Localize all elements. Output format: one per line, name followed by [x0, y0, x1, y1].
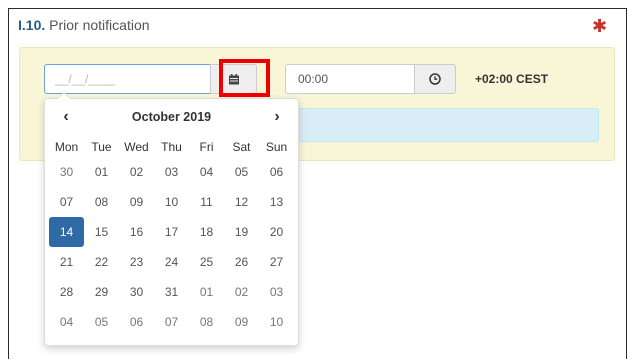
calendar-day[interactable]: 10 — [259, 307, 294, 337]
calendar-day[interactable]: 09 — [224, 307, 259, 337]
calendar-day[interactable]: 06 — [259, 157, 294, 187]
time-input[interactable] — [285, 64, 415, 94]
calendar-day[interactable]: 19 — [224, 217, 259, 247]
calendar-day[interactable]: 29 — [84, 277, 119, 307]
calendar-day[interactable]: 16 — [119, 217, 154, 247]
weekday-header: Mon — [54, 140, 79, 154]
calendar-day[interactable]: 02 — [224, 277, 259, 307]
calendar-day[interactable]: 28 — [49, 277, 84, 307]
weekday-header: Wed — [124, 140, 149, 154]
calendar-day[interactable]: 04 — [189, 157, 224, 187]
clock-icon — [429, 73, 441, 85]
required-asterisk-icon: ✱ — [592, 16, 608, 36]
calendar-day[interactable]: 23 — [119, 247, 154, 277]
calendar-day[interactable]: 18 — [189, 217, 224, 247]
calendar-day[interactable]: 07 — [49, 187, 84, 217]
calendar-day[interactable]: 22 — [84, 247, 119, 277]
calendar-day[interactable]: 09 — [119, 187, 154, 217]
calendar-grid: Mon Tue Wed Thu Fri Sat Sun 30 01 02 03 04 05 06 07 08 0… — [49, 137, 294, 337]
calendar-day[interactable]: 24 — [154, 247, 189, 277]
calendar-day[interactable]: 03 — [154, 157, 189, 187]
calendar-day[interactable]: 06 — [119, 307, 154, 337]
section-title: Prior notification — [49, 17, 150, 33]
calendar-day[interactable]: 03 — [259, 277, 294, 307]
datepicker-popup: ‹ October 2019 › Mon Tue Wed Thu Fri Sat Sun 30… — [44, 92, 299, 346]
calendar-day[interactable]: 21 — [49, 247, 84, 277]
calendar-day[interactable]: 02 — [119, 157, 154, 187]
section-heading: I.10. Prior notification — [18, 17, 150, 33]
calendar-day-selected[interactable]: 14 — [49, 217, 84, 247]
calendar-day[interactable]: 08 — [189, 307, 224, 337]
calendar-day[interactable]: 26 — [224, 247, 259, 277]
calendar-icon — [228, 73, 239, 84]
timezone-label: +02:00 CEST — [475, 72, 549, 86]
calendar-day[interactable]: 17 — [154, 217, 189, 247]
calendar-day[interactable]: 08 — [84, 187, 119, 217]
datepicker-header: ‹ October 2019 › — [49, 107, 294, 127]
calendar-day[interactable]: 05 — [224, 157, 259, 187]
calendar-day[interactable]: 07 — [154, 307, 189, 337]
calendar-day[interactable]: 15 — [84, 217, 119, 247]
weekday-header: Fri — [199, 140, 214, 154]
clock-button[interactable] — [414, 64, 456, 94]
weekday-header: Sun — [265, 140, 288, 154]
calendar-day[interactable]: 04 — [49, 307, 84, 337]
calendar-button[interactable] — [210, 64, 257, 94]
calendar-day[interactable]: 12 — [224, 187, 259, 217]
weekday-header: Tue — [91, 140, 112, 154]
calendar-day[interactable]: 27 — [259, 247, 294, 277]
calendar-day[interactable]: 30 — [119, 277, 154, 307]
month-label[interactable]: October 2019 — [132, 110, 211, 124]
prev-month-button[interactable]: ‹ — [49, 108, 83, 126]
calendar-day[interactable]: 01 — [189, 277, 224, 307]
weekday-header: Sat — [232, 140, 251, 154]
weekday-header: Thu — [161, 140, 182, 154]
calendar-day[interactable]: 13 — [259, 187, 294, 217]
calendar-day[interactable]: 05 — [84, 307, 119, 337]
calendar-day[interactable]: 31 — [154, 277, 189, 307]
next-month-button[interactable]: › — [260, 108, 294, 126]
calendar-day[interactable]: 10 — [154, 187, 189, 217]
date-input[interactable] — [44, 64, 211, 94]
calendar-day[interactable]: 30 — [49, 157, 84, 187]
calendar-day[interactable]: 01 — [84, 157, 119, 187]
calendar-day[interactable]: 25 — [189, 247, 224, 277]
calendar-day[interactable]: 11 — [189, 187, 224, 217]
calendar-day[interactable]: 20 — [259, 217, 294, 247]
section-number: I.10. — [18, 17, 46, 33]
info-bar — [286, 108, 599, 142]
